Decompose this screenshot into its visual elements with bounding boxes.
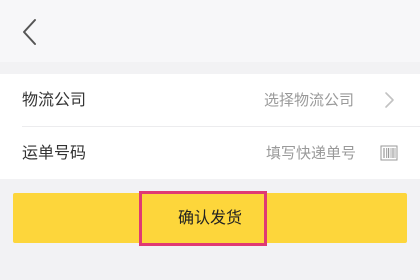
barcode-scan-icon[interactable] xyxy=(380,144,398,162)
chevron-left-icon xyxy=(23,19,36,45)
logistics-company-select[interactable]: 选择物流公司 xyxy=(264,90,354,110)
tracking-number-input[interactable]: 填写快递单号 xyxy=(266,143,356,163)
back-button[interactable] xyxy=(12,14,48,50)
top-navigation-bar xyxy=(0,0,420,62)
confirm-shipment-button[interactable]: 确认发货 xyxy=(13,193,407,243)
shipping-form: 物流公司 选择物流公司 运单号码 填写快递单号 xyxy=(0,74,420,179)
logistics-company-label: 物流公司 xyxy=(22,90,87,109)
confirm-shipment-label: 确认发货 xyxy=(177,208,242,227)
tracking-number-label: 运单号码 xyxy=(22,143,87,162)
chevron-right-icon xyxy=(385,92,394,108)
logistics-company-row[interactable]: 物流公司 选择物流公司 xyxy=(0,74,420,127)
tracking-number-row[interactable]: 运单号码 填写快递单号 xyxy=(0,127,420,179)
